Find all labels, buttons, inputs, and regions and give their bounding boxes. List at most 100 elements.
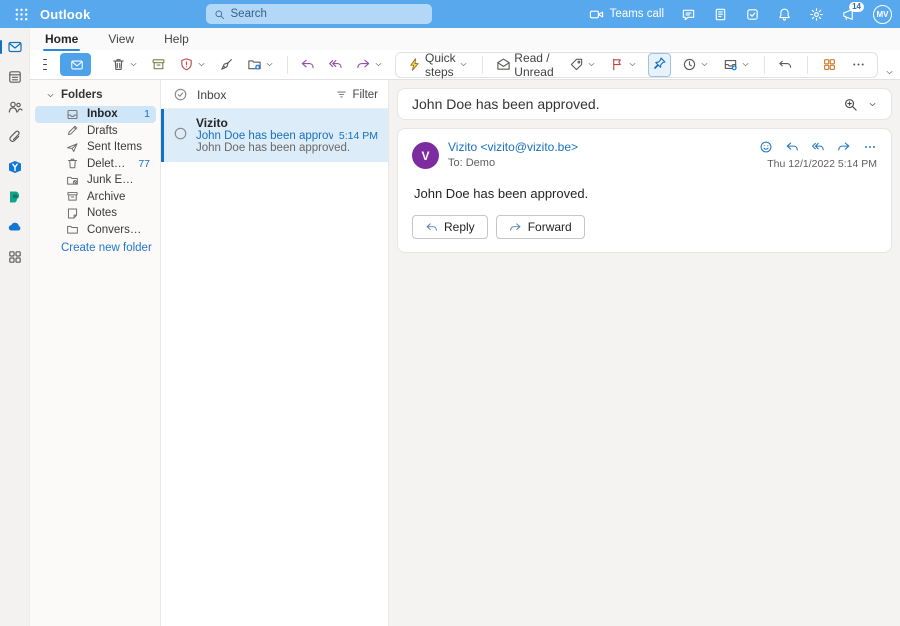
folder-deleted-items[interactable]: Deleted Items 77 (35, 156, 156, 173)
tab-view[interactable]: View (106, 30, 136, 48)
rail-attachments-button[interactable] (7, 129, 23, 145)
reactions-smiley-icon[interactable] (759, 140, 773, 154)
paper-plane-icon (66, 141, 79, 154)
more-actions-ellipsis-icon[interactable] (863, 140, 877, 154)
chevron-down-icon (265, 60, 274, 69)
undo-button[interactable] (775, 54, 796, 75)
rail-onedrive-button[interactable] (7, 219, 23, 235)
rail-bookings-button[interactable] (7, 189, 23, 205)
search-input[interactable] (230, 8, 424, 20)
rail-people-button[interactable] (7, 99, 23, 115)
settings-button[interactable] (809, 7, 824, 22)
read-unread-button[interactable]: Read / Unread (493, 48, 558, 82)
app-launcher-button[interactable] (10, 3, 32, 25)
clock-icon (682, 57, 697, 72)
forward-button-toolbar[interactable] (353, 54, 386, 75)
new-mail-button[interactable]: New mail (60, 53, 91, 76)
reply-button-toolbar[interactable] (297, 54, 318, 75)
categorize-button[interactable] (566, 54, 599, 75)
rail-more-apps-button[interactable] (7, 249, 23, 265)
mail-item-subject: John Doe has been approved. (196, 130, 333, 142)
folder-icon (66, 223, 79, 236)
chevron-down-icon (197, 60, 206, 69)
rail-calendar-button[interactable] (7, 69, 23, 85)
broom-icon (219, 57, 234, 72)
document-button[interactable] (713, 7, 728, 22)
zoom-magnifier-icon[interactable] (843, 97, 858, 112)
flag-button[interactable] (607, 54, 640, 75)
notifications-button[interactable] (777, 7, 792, 22)
tab-home[interactable]: Home (43, 30, 81, 51)
pencil-icon (66, 124, 79, 137)
teams-call-button[interactable]: Teams call (589, 7, 664, 22)
folder-junk-email[interactable]: Junk Email (35, 172, 156, 189)
mail-icon (7, 39, 23, 55)
create-new-folder-link[interactable]: Create new folder (30, 238, 160, 254)
sender-avatar[interactable]: V (412, 142, 439, 169)
work-area: Folders Inbox 1 Drafts Sent Items Delete… (30, 80, 900, 626)
folder-name: Notes (87, 207, 118, 220)
pin-button[interactable] (647, 52, 671, 77)
forward-arrow-icon[interactable] (837, 140, 851, 154)
report-button[interactable] (176, 54, 209, 75)
folder-archive[interactable]: Archive (35, 189, 156, 206)
folder-notes[interactable]: Notes (35, 205, 156, 222)
folder-inbox[interactable]: Inbox 1 (35, 106, 156, 123)
teams-call-label: Teams call (609, 8, 664, 20)
folders-header[interactable]: Folders (30, 86, 160, 106)
tab-help[interactable]: Help (162, 30, 191, 48)
ellipsis-icon (851, 57, 866, 72)
addins-button[interactable] (819, 54, 840, 75)
chevron-down-icon (700, 60, 709, 69)
collapse-ribbon-chevron-icon[interactable] (885, 68, 894, 77)
reply-button-label: Reply (444, 220, 475, 234)
rules-button[interactable] (720, 54, 753, 75)
select-all-circle-check-icon[interactable] (173, 87, 188, 102)
search-box[interactable] (205, 4, 432, 24)
archive-icon (66, 190, 79, 203)
forward-button[interactable]: Forward (495, 215, 585, 239)
reply-button[interactable]: Reply (412, 215, 488, 239)
mail-item-body: Vizito John Doe has been approved. 5:14 … (196, 116, 378, 154)
ribbon-tabs: Home View Help (30, 28, 900, 51)
reply-arrow-icon[interactable] (785, 140, 799, 154)
sender-address-link[interactable]: Vizito <vizito@vizito.be> (448, 140, 750, 154)
mail-item-preview: John Doe has been approved. (196, 142, 351, 154)
chevron-down-icon (587, 60, 596, 69)
archive-button[interactable] (148, 54, 169, 75)
message-list-pane: Inbox Filter Vizito John Doe has been ap… (160, 80, 389, 626)
reply-all-button-toolbar[interactable] (325, 54, 346, 75)
recipient-line: To: Demo (448, 157, 496, 169)
rail-yammer-button[interactable] (7, 159, 23, 175)
sweep-button[interactable] (216, 54, 237, 75)
chevron-down-icon[interactable] (868, 100, 877, 109)
pin-icon (652, 56, 667, 71)
tag-icon (569, 57, 584, 72)
whats-new-button[interactable]: 14 (841, 1, 864, 22)
folder-unread-count: 77 (138, 157, 150, 170)
more-options-button[interactable] (848, 54, 869, 75)
mail-list-item[interactable]: Vizito John Doe has been approved. 5:14 … (161, 109, 388, 162)
snooze-button[interactable] (679, 54, 712, 75)
filter-button[interactable]: Filter (336, 89, 378, 101)
tasks-button[interactable] (745, 7, 760, 22)
chat-button[interactable] (681, 7, 696, 22)
reply-all-arrow-icon[interactable] (811, 140, 825, 154)
folder-name: Inbox (87, 108, 118, 121)
move-to-button[interactable] (244, 54, 277, 75)
select-message-radio-icon[interactable] (173, 126, 188, 141)
mail-item-time: 5:14 PM (338, 130, 378, 142)
quick-steps-button[interactable]: Quick steps (404, 48, 471, 82)
folder-drafts[interactable]: Drafts (35, 123, 156, 140)
folder-conversation-history[interactable]: Conversation His... (35, 222, 156, 239)
folder-sent-items[interactable]: Sent Items (35, 139, 156, 156)
account-avatar[interactable]: MV (873, 4, 892, 24)
delete-button[interactable] (108, 54, 141, 75)
folder-name: Deleted Items (87, 157, 130, 170)
message-body: John Doe has been approved. (414, 186, 589, 201)
rail-mail-button[interactable] (0, 39, 23, 55)
collapse-folderpane-button[interactable] (43, 58, 48, 71)
calendar-icon (7, 69, 23, 85)
junk-folder-icon (66, 174, 79, 187)
archive-icon (151, 57, 166, 72)
